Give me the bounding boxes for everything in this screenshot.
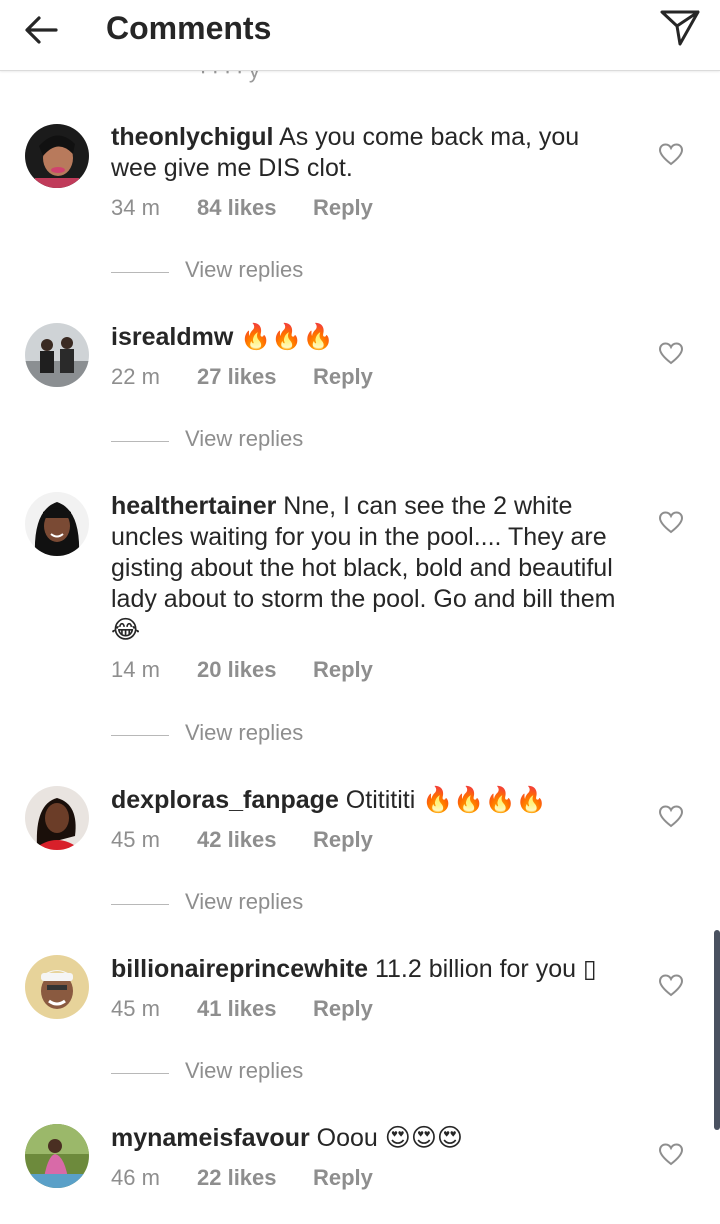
heart-icon (658, 1143, 684, 1166)
avatar[interactable] (25, 124, 89, 188)
comment-text: billionaireprincewhite 11.2 billion for … (111, 954, 621, 985)
comment-text: mynameisfavour Ooou 😍😍😍 (111, 1123, 621, 1154)
comment-time: 34 m (111, 195, 160, 220)
avatar[interactable] (25, 323, 89, 387)
view-replies-label: View replies (185, 257, 304, 282)
comment-meta: 45 m 41 likes Reply (111, 996, 621, 1024)
share-button[interactable] (658, 8, 702, 48)
reply-button[interactable]: Reply (313, 996, 373, 1022)
paper-plane-icon (660, 10, 700, 46)
top-bar: Comments (0, 0, 720, 71)
heart-icon (658, 143, 684, 166)
comment-username[interactable]: dexploras_fanpage (111, 786, 339, 814)
back-button[interactable] (22, 12, 62, 48)
comment-text: theonlychigul As you come back ma, you w… (111, 122, 621, 184)
reply-button[interactable]: Reply (313, 364, 373, 390)
like-button[interactable] (658, 973, 684, 999)
comment-message: 🔥🔥🔥 (233, 323, 334, 351)
like-button[interactable] (658, 510, 684, 536)
comment-likes[interactable]: 27 likes (197, 364, 313, 390)
comment-meta: 22 m 27 likes Reply (111, 364, 621, 392)
divider-line (111, 1073, 169, 1074)
comment-likes[interactable]: 20 likes (197, 657, 313, 683)
reply-button[interactable]: Reply (313, 195, 373, 221)
comment-message: Ooou 😍😍😍 (309, 1124, 463, 1152)
comment-time: 14 m (111, 657, 160, 682)
comment-likes[interactable]: 84 likes (197, 195, 313, 221)
reply-button[interactable]: Reply (313, 827, 373, 853)
divider-line (111, 904, 169, 905)
avatar[interactable] (25, 1124, 89, 1188)
view-replies-label: View replies (185, 720, 304, 745)
comment-text: healthertainer Nne, I can see the 2 whit… (111, 491, 621, 646)
scrollbar[interactable] (714, 930, 720, 1130)
like-button[interactable] (658, 142, 684, 168)
comment-time: 46 m (111, 1165, 160, 1190)
comment-likes[interactable]: 22 likes (197, 1165, 313, 1191)
comment-message: Otitititi 🔥🔥🔥🔥 (338, 786, 547, 814)
comment-time: 45 m (111, 827, 160, 852)
heart-icon (658, 511, 684, 534)
reply-button[interactable]: Reply (313, 1165, 373, 1191)
arrow-left-icon (25, 16, 58, 44)
comment-text: isrealdmw 🔥🔥🔥 (111, 322, 621, 353)
comment-likes[interactable]: 41 likes (197, 996, 313, 1022)
comment-likes[interactable]: 42 likes (197, 827, 313, 853)
comment-meta: 34 m 84 likes Reply (111, 195, 621, 223)
comment-username[interactable]: theonlychigul (111, 123, 274, 151)
avatar[interactable] (25, 786, 89, 850)
heart-icon (658, 974, 684, 997)
heart-icon (658, 342, 684, 365)
divider-line (111, 735, 169, 736)
comment-username[interactable]: isrealdmw (111, 323, 233, 351)
page-title: Comments (106, 10, 272, 46)
comment-text: dexploras_fanpage Otitititi 🔥🔥🔥🔥 (111, 785, 621, 816)
view-replies-label: View replies (185, 426, 304, 451)
comment-username[interactable]: healthertainer (111, 492, 276, 520)
like-button[interactable] (658, 341, 684, 367)
comment-username[interactable]: mynameisfavour (111, 1124, 310, 1152)
comment-message: 11.2 billion for you ▯ (368, 955, 597, 983)
view-replies-label: View replies (185, 1058, 304, 1083)
comment-meta: 45 m 42 likes Reply (111, 827, 621, 855)
avatar[interactable] (25, 492, 89, 556)
divider-line (111, 441, 169, 442)
heart-icon (658, 805, 684, 828)
comment-time: 22 m (111, 364, 160, 389)
view-replies-label: View replies (185, 889, 304, 914)
comment-username[interactable]: billionaireprincewhite (111, 955, 368, 983)
reply-button[interactable]: Reply (313, 657, 373, 683)
avatar[interactable] (25, 955, 89, 1019)
comment-time: 45 m (111, 996, 160, 1021)
like-button[interactable] (658, 1142, 684, 1168)
comment-meta: 46 m 22 likes Reply (111, 1165, 621, 1193)
like-button[interactable] (658, 804, 684, 830)
comment-meta: 14 m 20 likes Reply (111, 657, 621, 685)
divider-line (111, 272, 169, 273)
